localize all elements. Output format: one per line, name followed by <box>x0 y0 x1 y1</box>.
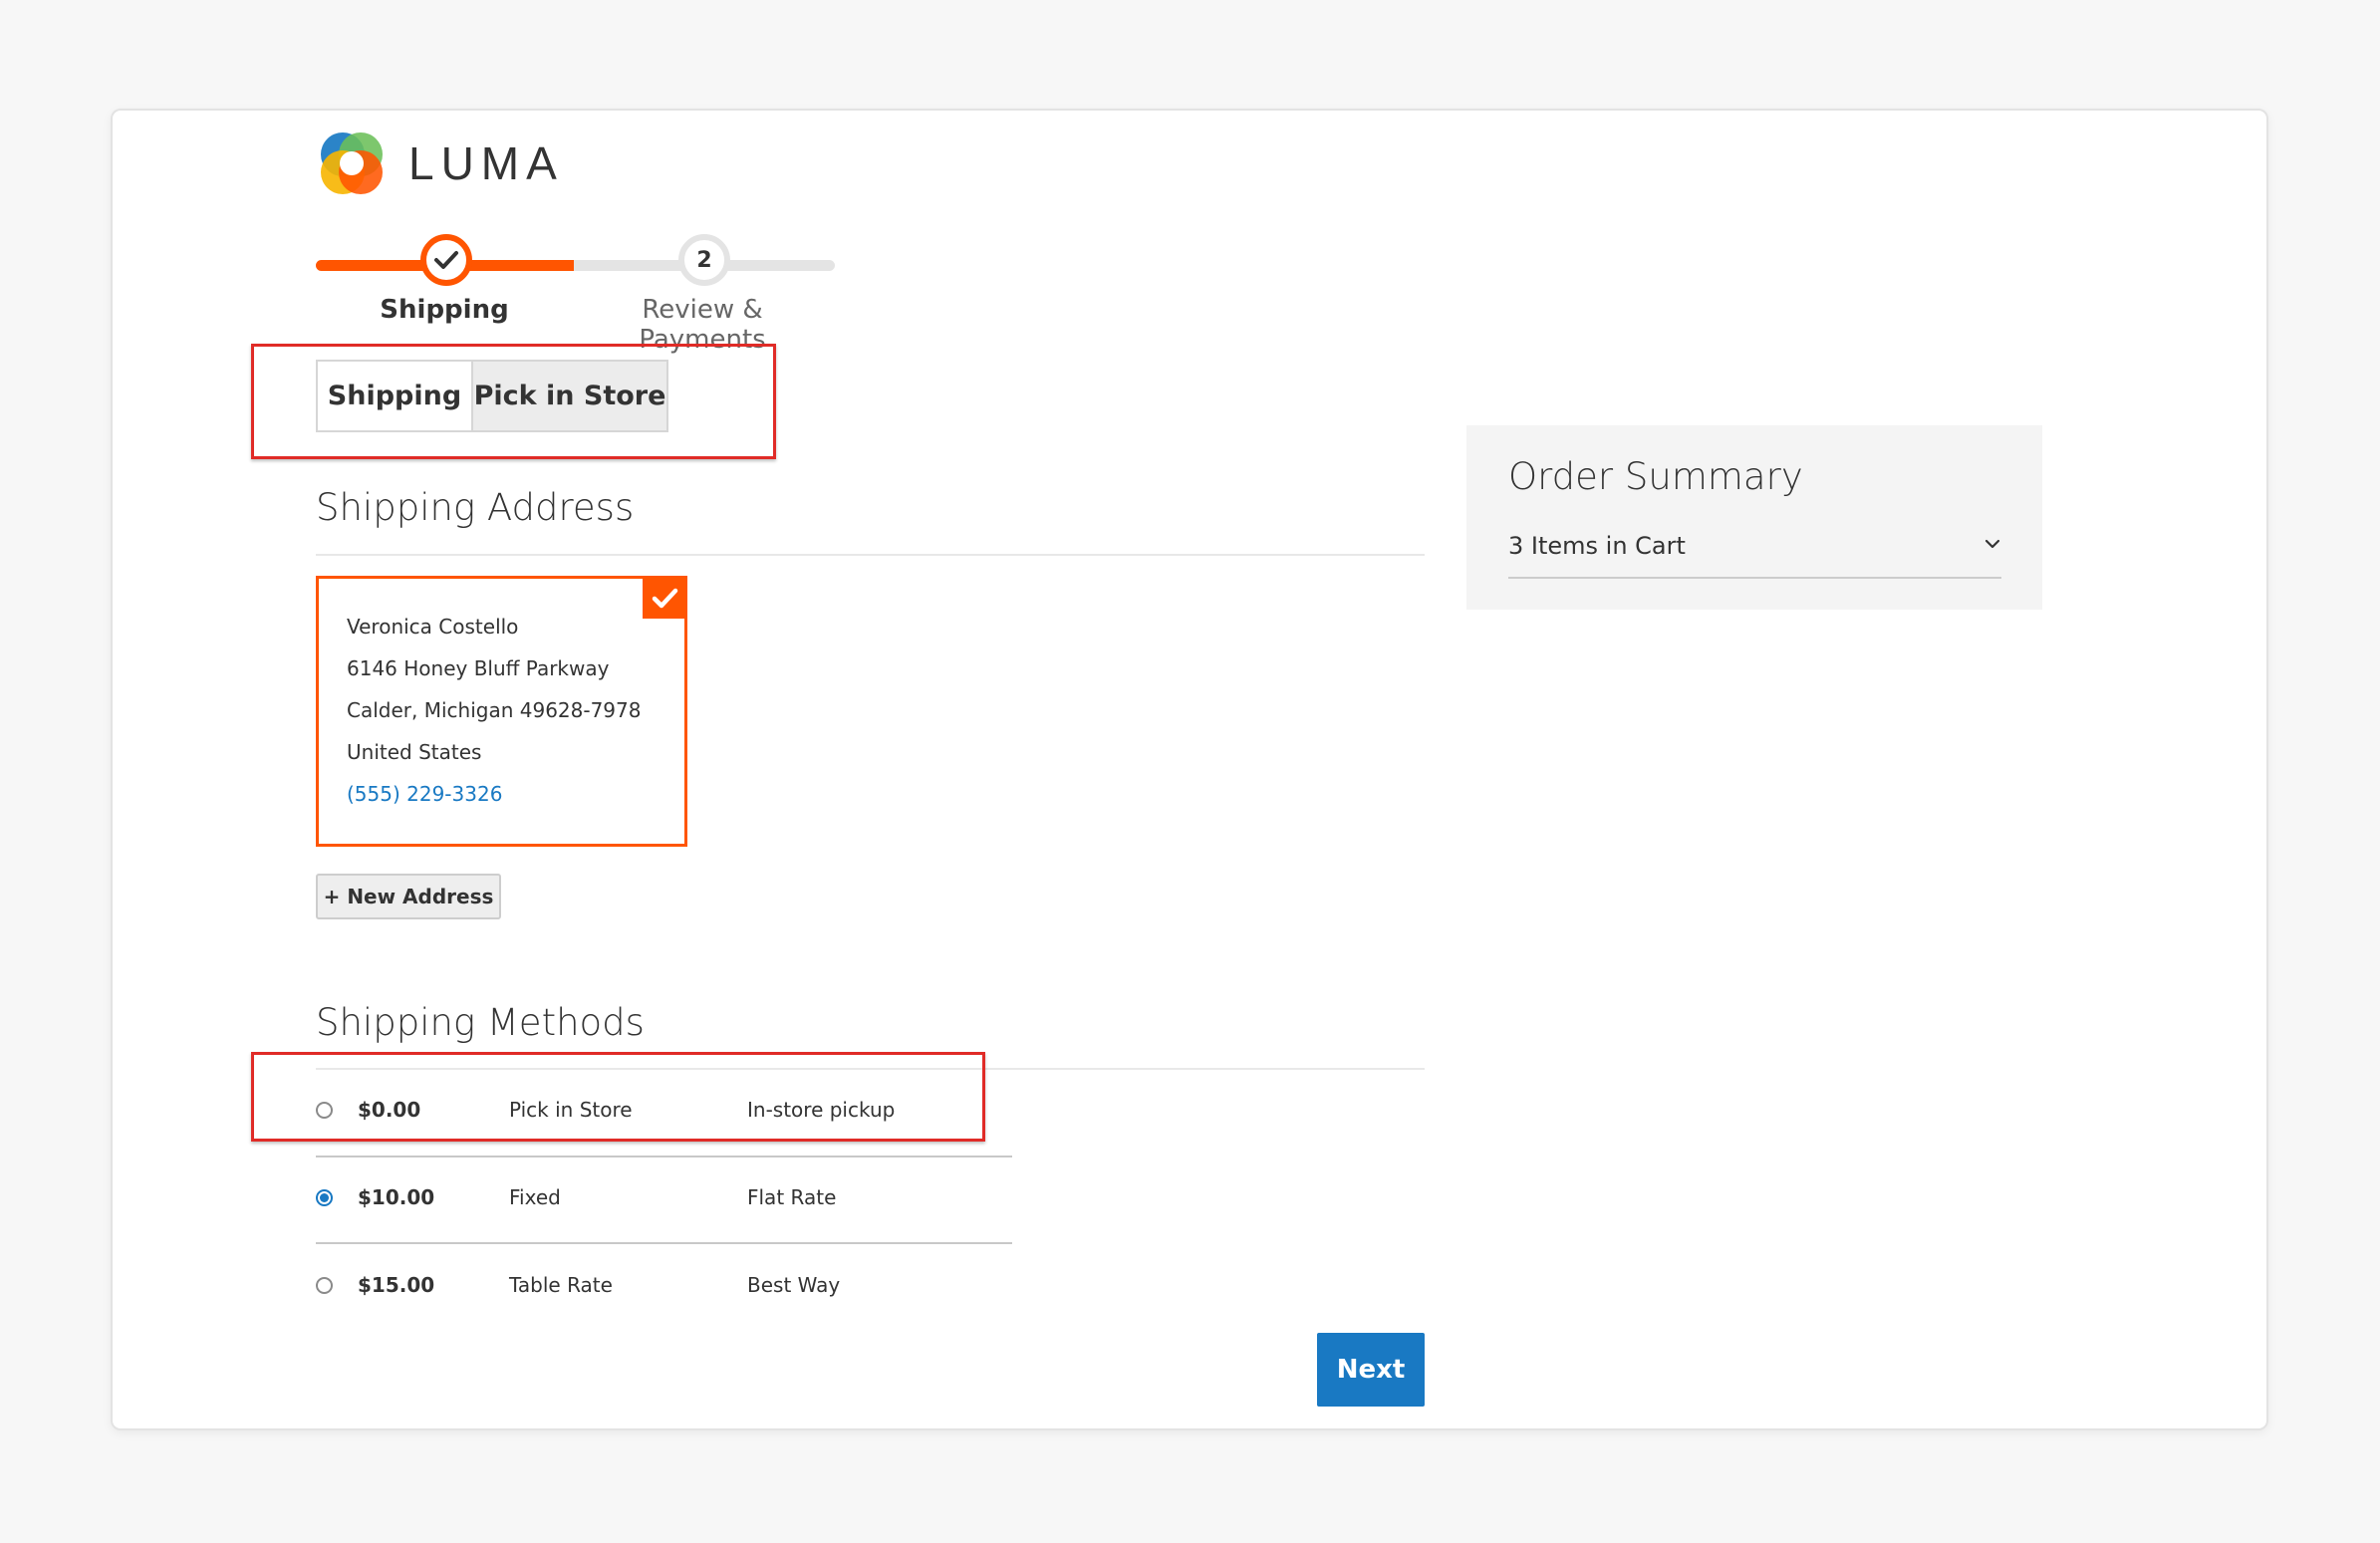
divider <box>316 554 1425 556</box>
method-price: $10.00 <box>358 1185 435 1209</box>
address-phone-link[interactable]: (555) 229-3326 <box>347 782 502 806</box>
address-city: Calder, Michigan 49628-7978 <box>347 698 642 722</box>
method-title: Table Rate <box>509 1273 613 1297</box>
address-country: United States <box>347 740 482 764</box>
address-street: 6146 Honey Bluff Parkway <box>347 656 610 680</box>
items-in-cart-toggle[interactable]: 3 Items in Cart <box>1508 532 1686 560</box>
tab-pick-in-store[interactable]: Pick in Store <box>471 360 668 432</box>
new-address-button[interactable]: + New Address <box>316 874 501 919</box>
address-selected-check <box>643 578 685 619</box>
pick-in-store-highlight-box <box>251 1052 985 1142</box>
method-price: $0.00 <box>358 1098 421 1122</box>
shipping-method-radio-best-way[interactable] <box>316 1277 333 1294</box>
method-carrier: In-store pickup <box>747 1098 896 1122</box>
table-row-divider <box>316 1156 1012 1157</box>
order-summary-title: Order Summary <box>1508 455 1803 498</box>
brand-name[interactable]: LUMA <box>408 131 564 195</box>
tab-shipping[interactable]: Shipping <box>316 360 471 432</box>
step-shipping-label: Shipping <box>380 295 509 325</box>
checkmark-icon <box>434 251 458 269</box>
step-review-marker: 2 <box>678 234 730 286</box>
step-review-number: 2 <box>696 247 712 273</box>
shipping-address-heading: Shipping Address <box>316 486 635 529</box>
shipping-method-radio-flat-rate[interactable] <box>316 1189 333 1206</box>
method-carrier: Best Way <box>747 1273 841 1297</box>
step-shipping-marker <box>420 234 472 286</box>
checkmark-icon <box>652 588 677 608</box>
method-carrier: Flat Rate <box>747 1185 837 1209</box>
method-price: $15.00 <box>358 1273 435 1297</box>
shipping-method-radio-pick-in-store[interactable] <box>316 1102 333 1119</box>
luma-logo-icon[interactable] <box>316 128 388 199</box>
next-button[interactable]: Next <box>1317 1333 1425 1407</box>
shipping-methods-heading: Shipping Methods <box>316 1001 645 1044</box>
method-title: Fixed <box>509 1185 561 1209</box>
chevron-down-icon[interactable] <box>1983 534 2002 554</box>
method-title: Pick in Store <box>509 1098 633 1122</box>
table-row-divider <box>316 1242 1012 1244</box>
order-summary-panel <box>1466 425 2042 610</box>
address-name: Veronica Costello <box>347 615 519 639</box>
divider <box>1508 577 2001 579</box>
